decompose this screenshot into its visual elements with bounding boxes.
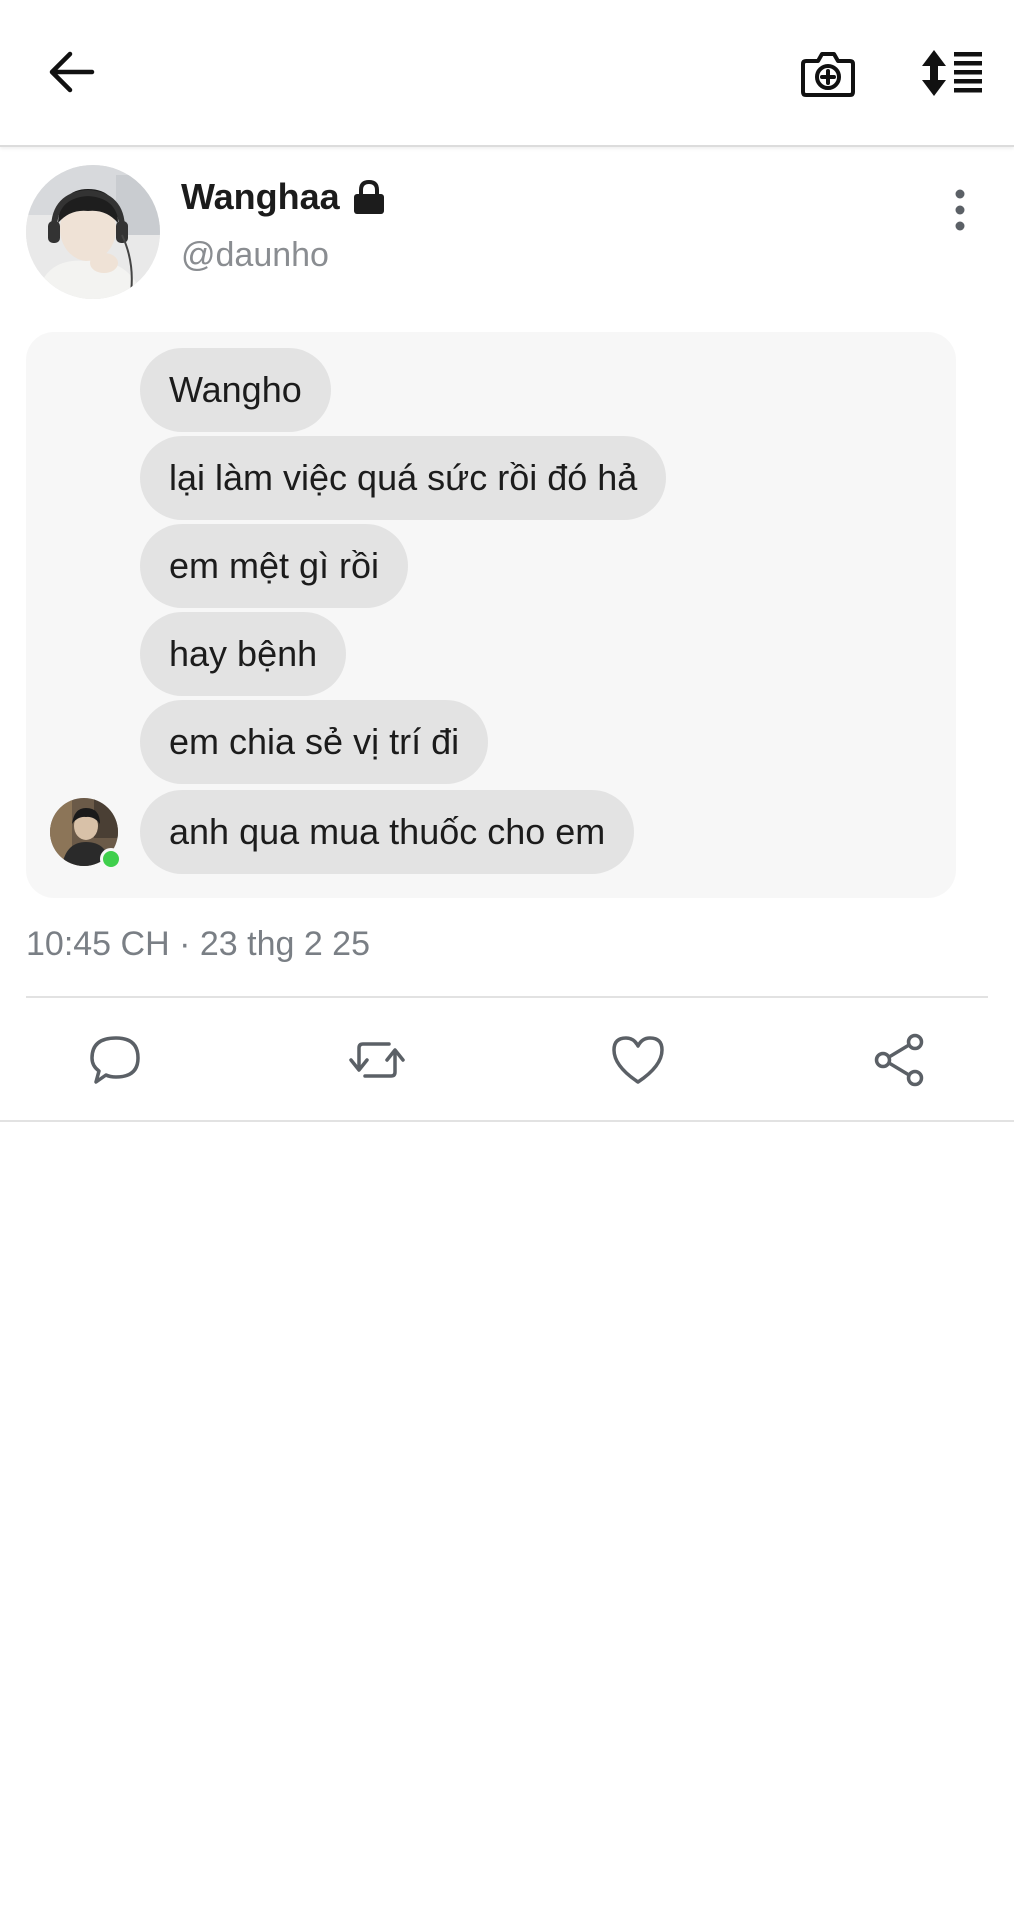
username: @daunho: [181, 236, 329, 274]
avatar-photo: [26, 165, 160, 299]
online-status-dot: [100, 848, 122, 870]
profile-avatar[interactable]: [26, 165, 160, 299]
top-bar: [0, 0, 1014, 147]
back-button[interactable]: [40, 40, 104, 104]
display-name: Wanghaa: [181, 176, 340, 217]
divider: [26, 996, 988, 998]
message-bubble: em chia sẻ vị trí đi: [140, 700, 489, 784]
reply-button[interactable]: [86, 1030, 146, 1090]
camera-plus-icon: [801, 52, 855, 97]
action-bar: [0, 1000, 1014, 1120]
tweet-detail-screen: Wanghaa @daunho Wangho lại làm việc quá …: [0, 0, 1014, 1920]
sort-button[interactable]: [917, 42, 987, 104]
camera-button[interactable]: [795, 42, 861, 104]
heart-icon: [612, 1036, 664, 1084]
message-bubble: anh qua mua thuốc cho em: [140, 790, 635, 874]
arrow-left-icon: [49, 51, 95, 93]
chat-card[interactable]: Wangho lại làm việc quá sức rồi đó hả em…: [26, 332, 956, 898]
more-vertical-icon: [955, 189, 965, 231]
tweet-timestamp[interactable]: 10:45 CH · 23 thg 2 25: [26, 925, 370, 964]
share-icon: [874, 1033, 924, 1087]
reply-bubble-icon: [90, 1036, 140, 1084]
lock-icon: [353, 179, 384, 214]
divider: [0, 1120, 1014, 1122]
sender-avatar: [50, 798, 122, 870]
message-bubble: Wangho: [140, 348, 331, 432]
display-name-row: Wanghaa: [181, 176, 386, 218]
message-bubble: hay bệnh: [140, 612, 347, 696]
retweet-icon: [349, 1042, 405, 1078]
retweet-button[interactable]: [347, 1030, 407, 1090]
message-bubble: em mệt gì rồi: [140, 524, 409, 608]
like-button[interactable]: [608, 1030, 668, 1090]
sort-arrows-list-icon: [922, 50, 982, 96]
message-bubble: lại làm việc quá sức rồi đó hả: [140, 436, 667, 520]
share-button[interactable]: [869, 1030, 929, 1090]
more-options-button[interactable]: [945, 186, 975, 236]
